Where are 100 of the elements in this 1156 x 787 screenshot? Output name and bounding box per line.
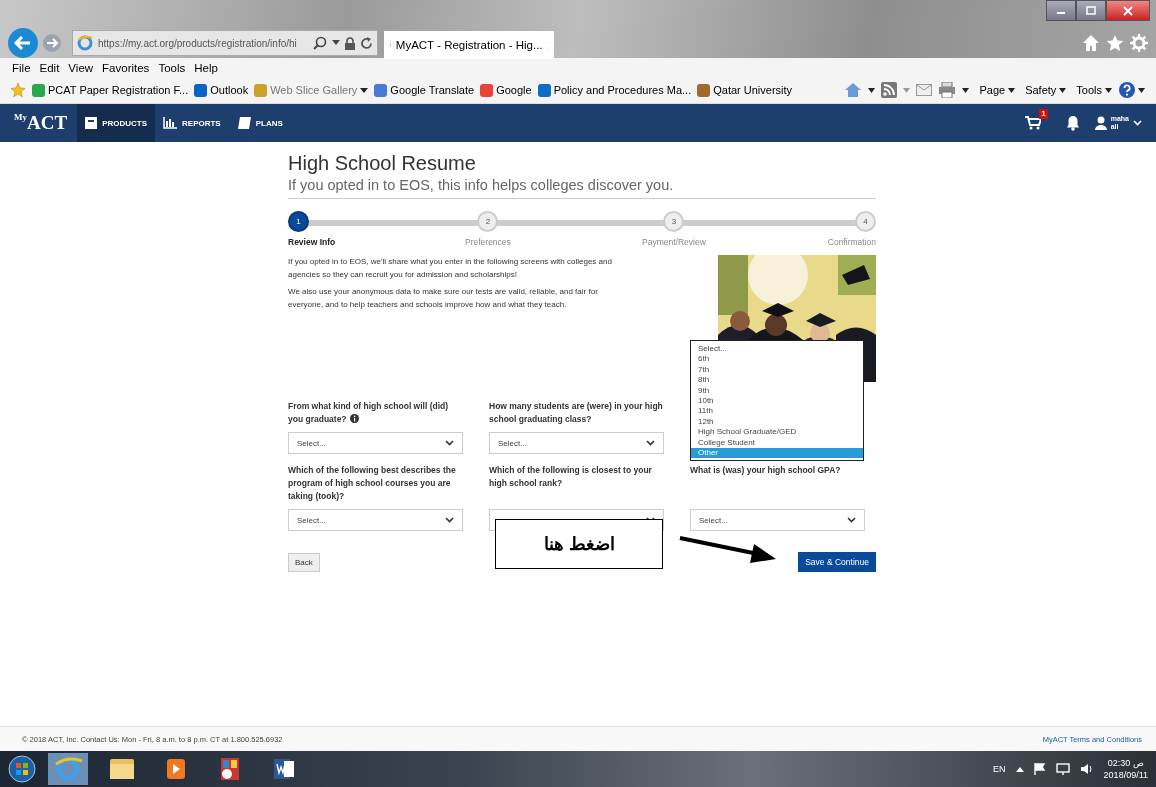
- step-label: Preferences: [465, 237, 511, 247]
- dropdown-option[interactable]: 11th: [691, 406, 863, 417]
- printer-icon[interactable]: [938, 82, 957, 98]
- page-title: High School Resume: [288, 152, 477, 175]
- caret-icon[interactable]: [868, 87, 876, 93]
- mail-icon[interactable]: [916, 84, 933, 96]
- lock-icon: [345, 36, 355, 50]
- info-icon[interactable]: [349, 414, 359, 423]
- bookmark-icon: [537, 83, 551, 97]
- caret-icon[interactable]: [1015, 766, 1024, 772]
- book-icon: [236, 117, 251, 129]
- step-marker: 1: [288, 211, 309, 232]
- address-field[interactable]: https://my.act.org/products/registration/info/hi: [72, 30, 378, 56]
- step-marker: 3: [663, 211, 685, 232]
- menu-item[interactable]: Help: [194, 61, 218, 74]
- flag-icon[interactable]: [1033, 763, 1046, 775]
- maximize-button[interactable]: [1076, 0, 1106, 21]
- volume-icon[interactable]: [1079, 763, 1094, 775]
- back-button[interactable]: Back: [288, 552, 320, 572]
- save-continue-button[interactable]: Save & Continue: [798, 552, 876, 572]
- favorite-link[interactable]: Policy and Procedures Ma...: [537, 83, 692, 97]
- menu-item[interactable]: Edit: [39, 61, 60, 74]
- home-icon[interactable]: [844, 82, 863, 98]
- question-label: From what kind of high school will (did) you graduate?: [288, 400, 450, 426]
- bookmark-icon: [32, 83, 45, 97]
- page-subtitle: If you opted in to EOS, this info helps colleges discover you.: [288, 177, 876, 199]
- close-button[interactable]: [1106, 0, 1150, 21]
- user-icon: [1094, 116, 1107, 130]
- caret-icon[interactable]: [332, 40, 340, 46]
- bell-icon[interactable]: [1065, 115, 1080, 131]
- minimize-button[interactable]: [1046, 0, 1076, 21]
- dropdown-option[interactable]: 7th: [691, 364, 863, 376]
- question-label: How many students are (were) in your high school graduating class?: [489, 400, 664, 426]
- dropdown-option[interactable]: 8th: [691, 375, 863, 386]
- nav-tab[interactable]: PLANS: [228, 104, 291, 142]
- step-marker: 4: [855, 211, 876, 232]
- site-logo[interactable]: $^{My}$ACT: [0, 104, 78, 142]
- step-label: Confirmation: [827, 237, 876, 247]
- command-menu[interactable]: Tools: [1076, 84, 1112, 96]
- language-indicator[interactable]: EN: [993, 764, 1006, 774]
- dropdown-option[interactable]: Select...: [691, 344, 863, 355]
- dropdown-select[interactable]: Select...: [288, 509, 463, 531]
- network-icon[interactable]: [1055, 763, 1070, 775]
- bar-chart-icon: [163, 117, 177, 129]
- refresh-icon[interactable]: [360, 36, 373, 50]
- favorite-link[interactable]: Google: [480, 83, 532, 97]
- caret-icon[interactable]: [962, 87, 970, 93]
- close-icon: [1123, 5, 1133, 16]
- bookmark-icon: [254, 83, 268, 97]
- dropdown-option[interactable]: 12th: [691, 416, 863, 428]
- favorite-link[interactable]: Qatar University: [697, 83, 793, 97]
- step-label: Review Info: [288, 237, 336, 247]
- command-menu[interactable]: Page: [979, 84, 1016, 96]
- cart-icon: [1024, 116, 1041, 130]
- dropdown-option[interactable]: High School Graduate/GED: [691, 427, 863, 438]
- menu-item[interactable]: Tools: [158, 61, 186, 74]
- search-icon[interactable]: [313, 36, 327, 50]
- question-label: Which of the following best describes the program of high school courses you are taking (took)?: [288, 464, 457, 503]
- star-icon[interactable]: [1106, 34, 1124, 52]
- home-icon[interactable]: [1082, 34, 1100, 52]
- intro-paragraph: If you opted in to EOS, we'll share what you enter in the following screens with colleges and agencies so they can recruit you for admission and scholarships!: [288, 256, 613, 281]
- dropdown-select[interactable]: Select...: [288, 432, 463, 454]
- nav-tab[interactable]: REPORTS: [155, 104, 229, 142]
- browser-tab[interactable]: MyACT - Registration - Hig...: [384, 31, 554, 59]
- square-icon: [85, 117, 98, 129]
- cart-button[interactable]: 1: [1024, 109, 1048, 130]
- caret-icon: [1059, 87, 1067, 93]
- command-menu[interactable]: Safety: [1025, 84, 1067, 96]
- menu-item[interactable]: View: [68, 61, 94, 74]
- question-label: What is (was) your high school GPA?: [690, 464, 842, 477]
- dropdown-option[interactable]: 10th: [691, 396, 863, 407]
- intro-paragraph: We also use your anonymous data to make sure our tests are valid, reliable, and fair for everyone, and to help teachers and schools improve how and what they teach.: [288, 286, 599, 311]
- clock-time: 02:30 ص: [1107, 757, 1144, 769]
- caret-icon: [1105, 87, 1112, 93]
- step-marker: 2: [477, 211, 499, 232]
- dropdown-option[interactable]: 9th: [691, 385, 863, 397]
- favorites-star-icon[interactable]: [10, 82, 26, 98]
- favorite-link[interactable]: PCAT Paper Registration F...: [32, 83, 189, 97]
- bookmark-icon: [374, 83, 388, 97]
- clock-date: 2018/09/11: [1103, 769, 1148, 781]
- bookmark-icon: [480, 83, 494, 97]
- start-button[interactable]: [8, 755, 36, 783]
- menu-item[interactable]: File: [12, 61, 31, 74]
- bookmark-icon: [194, 83, 208, 97]
- bookmark-icon: [697, 83, 711, 97]
- favorite-link[interactable]: Outlook: [194, 83, 249, 97]
- nav-tab[interactable]: PRODUCTS: [77, 104, 155, 142]
- back-button[interactable]: [8, 28, 38, 58]
- dropdown-select[interactable]: Select...: [690, 509, 865, 531]
- maximize-icon: [1086, 6, 1096, 15]
- menu-item[interactable]: Favorites: [102, 61, 150, 74]
- dropdown-select[interactable]: Select...: [489, 432, 664, 454]
- arrow-icon: [678, 534, 778, 564]
- dropdown-option[interactable]: 6th: [691, 354, 863, 365]
- question-label: Which of the following is closest to your high school rank?: [489, 464, 653, 490]
- cart-count-badge: 1: [1039, 109, 1048, 119]
- dropdown-option[interactable]: College Student: [691, 437, 863, 449]
- feed-icon[interactable]: [881, 82, 898, 98]
- help-icon[interactable]: [1118, 81, 1146, 99]
- favorite-link[interactable]: Google Translate: [374, 83, 475, 97]
